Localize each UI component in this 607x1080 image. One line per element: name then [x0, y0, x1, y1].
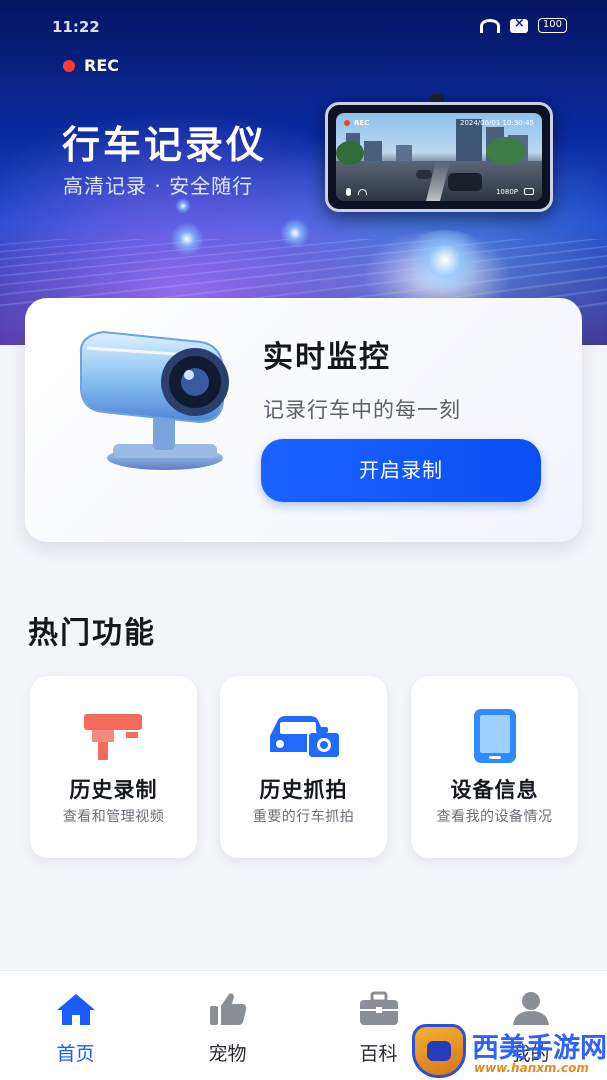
screen-wifi-icon: [358, 189, 367, 195]
tab-pets[interactable]: 宠物: [152, 971, 303, 1080]
battery-icon: 100: [537, 18, 567, 33]
hero-title: 行车记录仪: [62, 123, 268, 167]
status-bar: 11:22 100: [0, 0, 607, 52]
rec-label: REC: [84, 56, 119, 75]
monitor-title: 实时监控: [263, 340, 391, 375]
feature-desc: 查看和管理视频: [62, 809, 165, 825]
camera-icon: [524, 188, 534, 195]
rec-dot-icon: [63, 59, 75, 72]
thumbs-up-icon: [206, 989, 250, 1029]
feature-history-recording[interactable]: 历史录制 查看和管理视频: [30, 676, 197, 858]
light-glow: [175, 198, 191, 214]
mic-icon: [346, 188, 351, 196]
feature-device-info[interactable]: 设备信息 查看我的设备情况: [411, 676, 578, 858]
feature-desc: 重要的行车抓拍: [252, 809, 355, 825]
light-glow: [400, 230, 490, 290]
tab-home[interactable]: 首页: [0, 971, 151, 1080]
hero-banner: 11:22 100 REC 行车记录仪 高清记录 · 安全随行 R: [0, 0, 607, 345]
feature-history-snapshot[interactable]: 历史抓拍 重要的行车抓拍: [220, 676, 387, 858]
dashcam-device-illustration: REC 2024/06/01 10:30:45 1080P: [325, 102, 553, 212]
feature-name: 设备信息: [450, 778, 539, 802]
briefcase-icon: [357, 989, 401, 1029]
home-icon: [54, 989, 98, 1029]
live-monitor-card: 实时监控 记录行车中的每一刻 开启录制: [25, 298, 582, 542]
tab-label: 宠物: [208, 1043, 247, 1065]
screen-rec-dot-icon: [344, 120, 350, 126]
tab-label: 首页: [56, 1043, 95, 1065]
hot-features-title: 热门功能: [28, 616, 156, 651]
phone-device-icon: [455, 706, 535, 766]
watermark-logo-icon: [412, 1024, 466, 1078]
light-glow: [280, 218, 310, 248]
security-camera-illustration: [79, 330, 229, 470]
feature-desc: 查看我的设备情况: [436, 809, 553, 825]
hero-subtitle: 高清记录 · 安全随行: [63, 174, 254, 198]
screen-datetime: 2024/06/01 10:30:45: [459, 119, 534, 127]
rec-indicator: REC: [63, 56, 119, 75]
car-camera-icon: [264, 706, 344, 766]
status-time: 11:22: [52, 18, 100, 36]
start-recording-button[interactable]: 开启录制: [261, 439, 541, 502]
watermark-text: 西美手游网: [472, 1033, 607, 1064]
screen-rec-indicator: REC: [344, 119, 369, 127]
device-screen: REC 2024/06/01 10:30:45 1080P: [336, 113, 542, 201]
feature-name: 历史录制: [69, 778, 158, 802]
screen-resolution: 1080P: [495, 188, 518, 196]
feature-name: 历史抓拍: [259, 778, 348, 802]
site-watermark: 西美手游网 www.hanxm.com: [410, 1020, 607, 1080]
light-glow: [170, 222, 204, 256]
sim-icon: [509, 16, 528, 33]
wifi-icon: [479, 18, 500, 33]
monitor-description: 记录行车中的每一刻: [263, 398, 461, 422]
watermark-url: www.hanxm.com: [474, 1061, 589, 1075]
cctv-camera-icon: [74, 706, 154, 766]
screen-rec-label: REC: [354, 119, 370, 127]
